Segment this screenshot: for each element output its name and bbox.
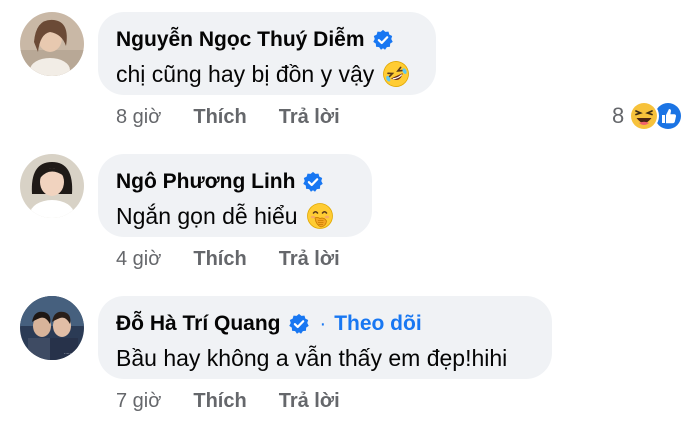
hand-over-mouth-emoji-icon	[306, 202, 334, 230]
comment-time[interactable]: 4 giờ	[116, 248, 161, 271]
comment-bubble: Ngô Phương Linh Ngắn gọn dễ hiểu	[98, 154, 372, 237]
reaction-count: 8	[612, 103, 625, 128]
verified-badge-icon	[302, 171, 324, 193]
comment-time[interactable]: 8 giờ	[116, 106, 161, 129]
verified-badge-icon	[288, 313, 310, 335]
like-button[interactable]: Thích	[193, 390, 246, 413]
reply-button[interactable]: Trả lời	[279, 390, 340, 413]
comment-text: Bầu hay không a vẫn thấy em đẹp!hihi	[116, 344, 508, 371]
comment-bubble: Nguyễn Ngọc Thuý Diễm chị cũng hay bị đồ…	[98, 12, 436, 95]
reply-button[interactable]: Trả lời	[279, 106, 340, 129]
reply-button[interactable]: Trả lời	[279, 248, 340, 271]
separator-dot: ·	[319, 312, 327, 335]
follow-button[interactable]: Theo dõi	[334, 312, 422, 336]
svg-text:.....: .....	[64, 350, 71, 356]
comment-meta: 7 giờ Thích Trả lời	[116, 390, 340, 413]
verified-badge-icon	[372, 29, 394, 51]
haha-reaction-icon	[628, 100, 660, 132]
author-name[interactable]: Nguyễn Ngọc Thuý Diễm	[116, 28, 365, 52]
like-button[interactable]: Thích	[193, 248, 246, 271]
author-name[interactable]: Đỗ Hà Trí Quang	[116, 312, 281, 336]
rolling-laughing-emoji-icon	[382, 60, 410, 88]
comment-meta: 8 giờ Thích Trả lời	[116, 106, 340, 129]
reaction-summary[interactable]: 8	[612, 100, 686, 132]
comment-text: chị cũng hay bị đồn y vậy	[116, 60, 375, 87]
author-name[interactable]: Ngô Phương Linh	[116, 170, 295, 194]
comment-time[interactable]: 7 giờ	[116, 390, 161, 413]
comment-bubble: Đỗ Hà Trí Quang · Theo dõi Bầu hay không…	[98, 296, 552, 379]
comment-text: Ngắn gọn dễ hiểu	[116, 202, 298, 229]
avatar[interactable]: .....	[20, 296, 84, 360]
like-button[interactable]: Thích	[193, 106, 246, 129]
comment-meta: 4 giờ Thích Trả lời	[116, 248, 340, 271]
avatar[interactable]	[20, 154, 84, 218]
avatar[interactable]	[20, 12, 84, 76]
